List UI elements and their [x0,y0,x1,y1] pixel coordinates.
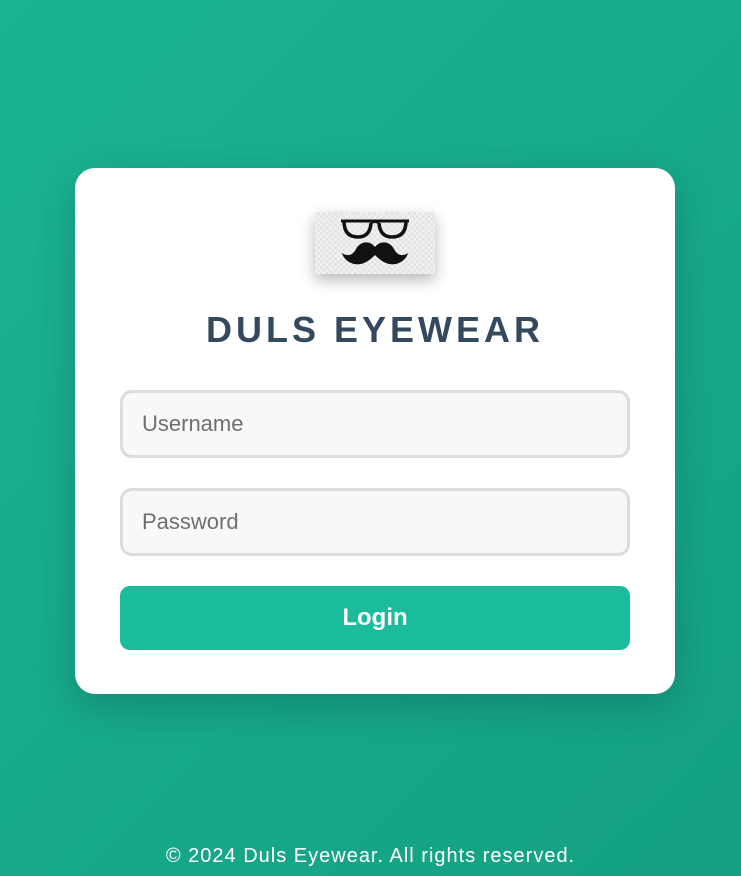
brand-logo [315,212,435,274]
password-input[interactable] [120,488,630,556]
glasses-mustache-icon [341,219,409,265]
login-button[interactable]: Login [120,586,630,650]
username-input[interactable] [120,390,630,458]
footer-copyright: © 2024 Duls Eyewear. All rights reserved… [165,845,576,867]
brand-title: DULS EYEWEAR [205,309,545,350]
login-card: DULS EYEWEAR Login [75,168,675,694]
